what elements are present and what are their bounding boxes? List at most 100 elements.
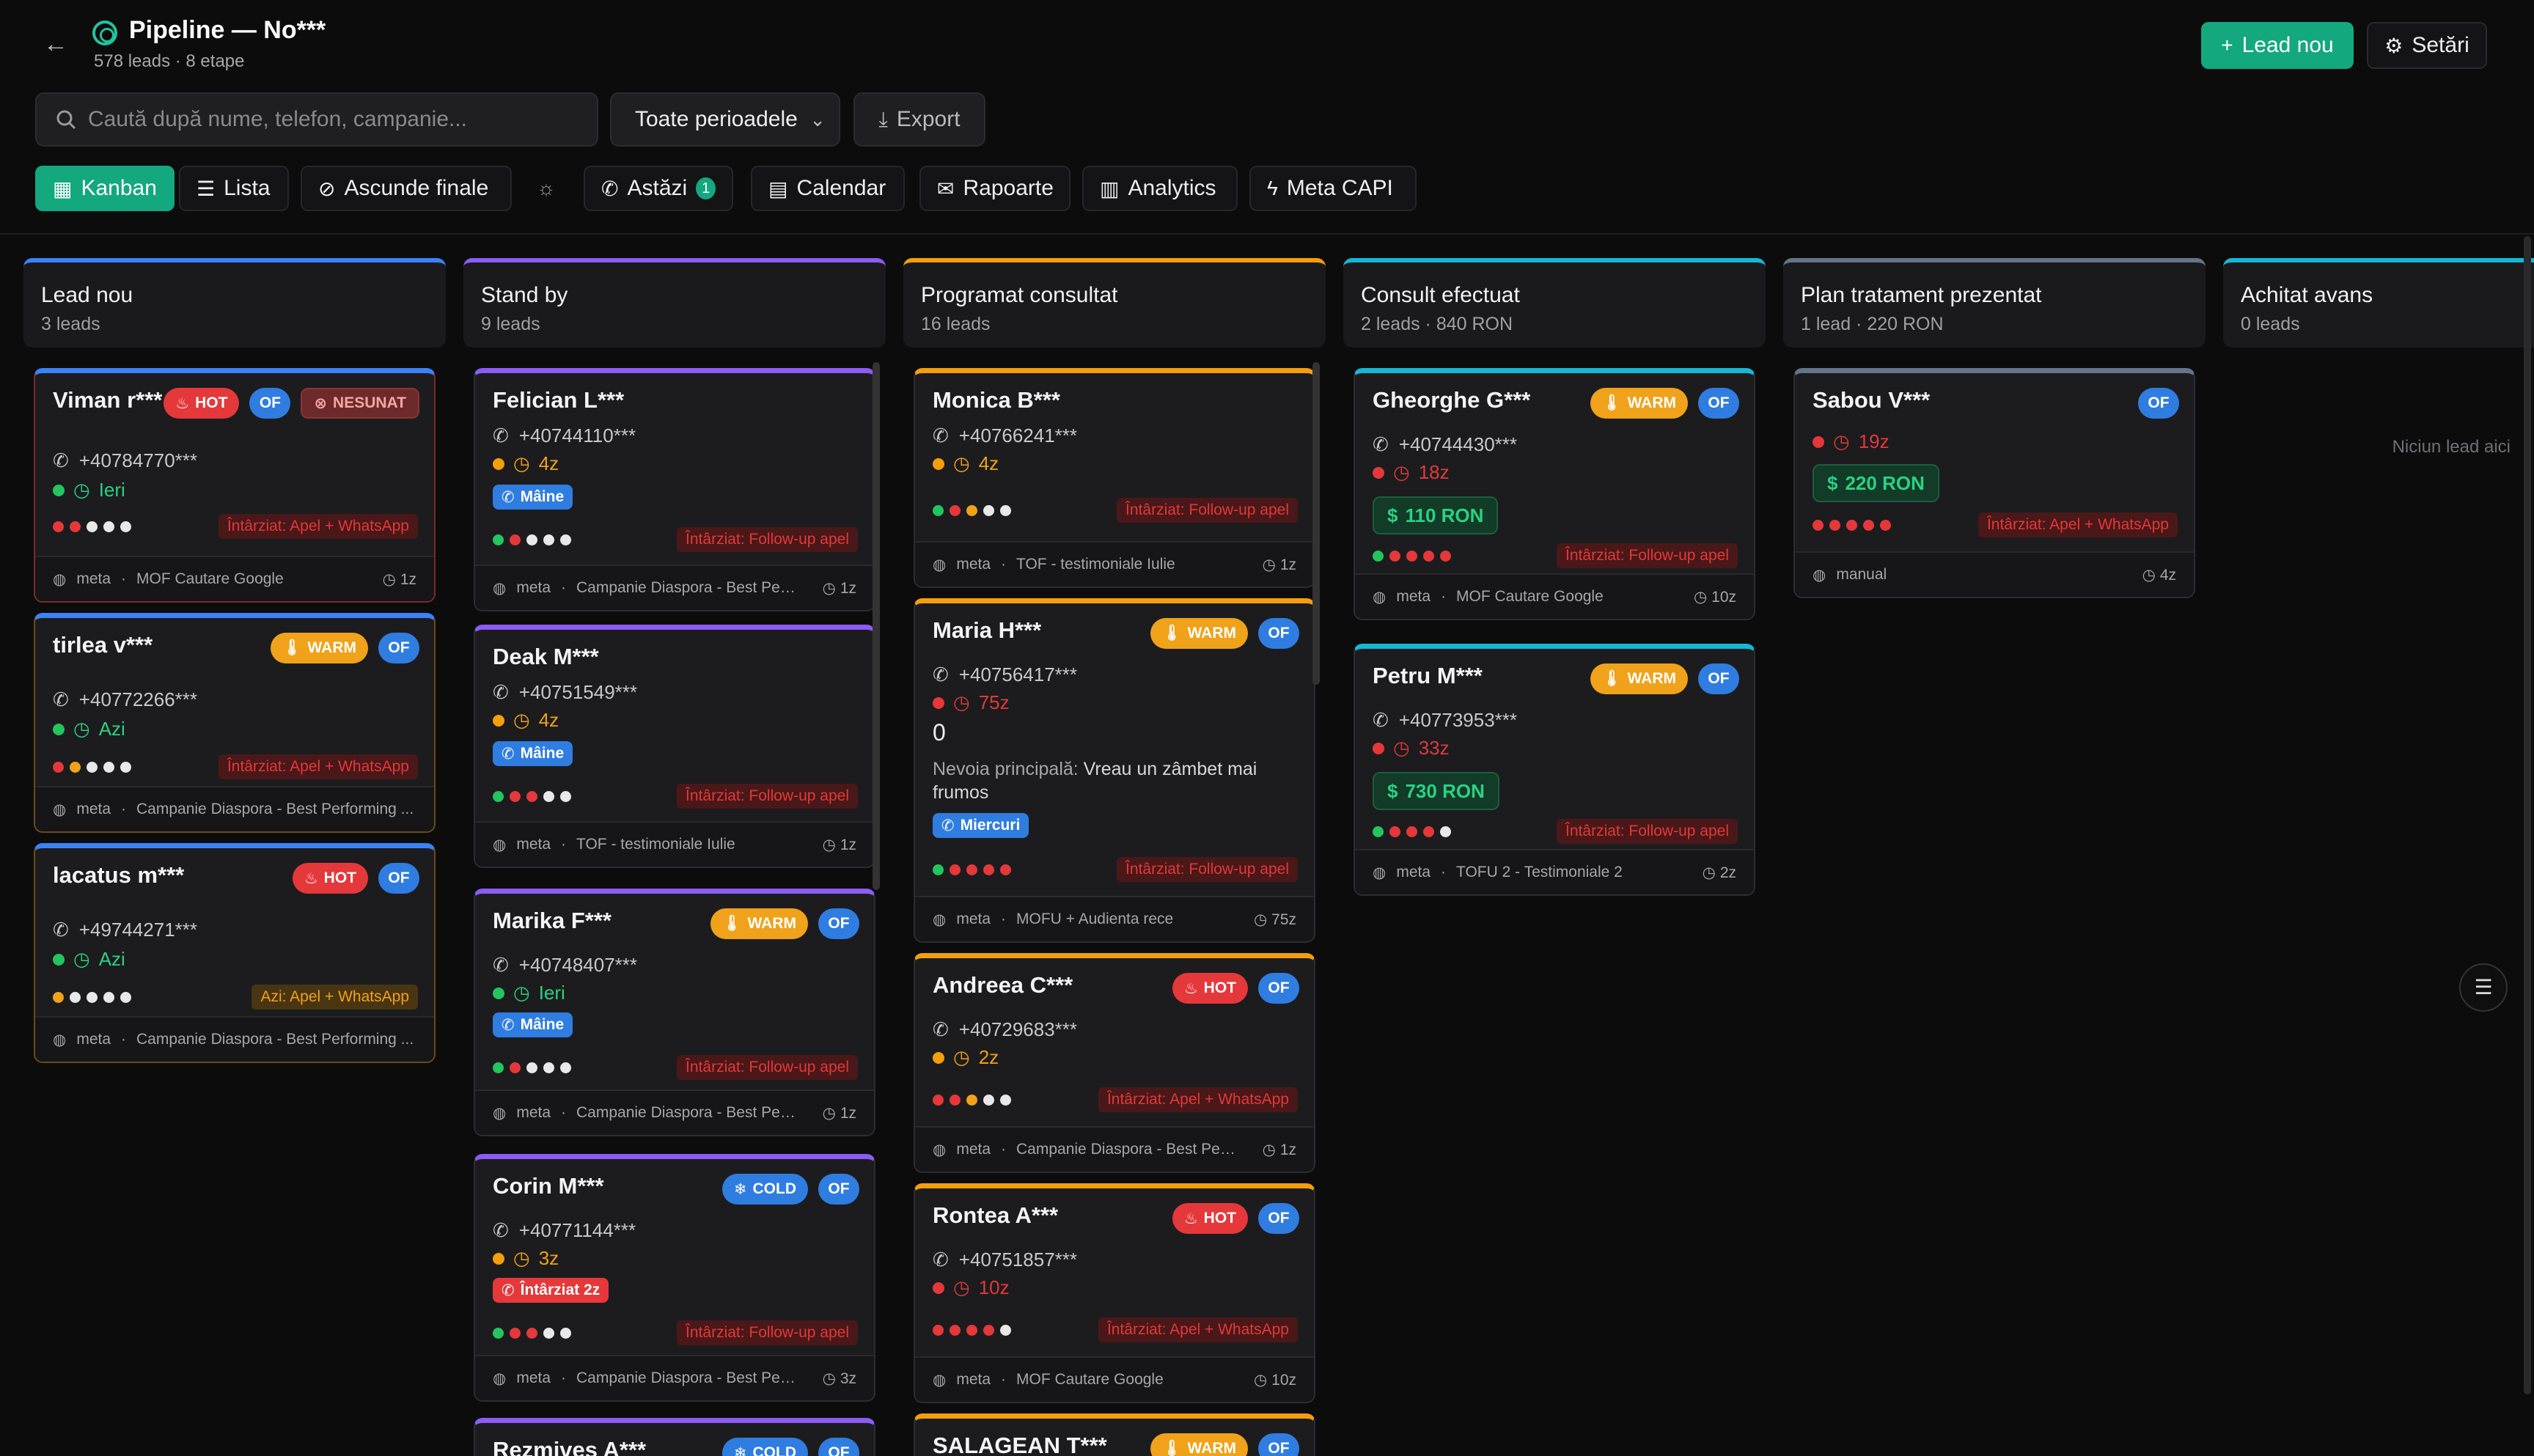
- card-footer: ◍ meta · Campanie Diaspora - Best Performin…: [35, 786, 434, 831]
- card-footer: ◍ meta · Campanie Diaspora - Best Perf... ◷ …: [475, 1089, 874, 1135]
- followup-alert: Întârziat: Follow-up apel: [677, 1055, 858, 1080]
- of-badge: OF: [1258, 1203, 1299, 1234]
- lead-card[interactable]: Petru M*** 🌡 WARM OF ✆ +40773953*** ◷ 33z $7…: [1354, 644, 1755, 896]
- phone-icon: ✆: [502, 1016, 515, 1034]
- search-icon: [56, 110, 76, 130]
- theme-toggle[interactable]: ☼: [522, 166, 573, 211]
- rating-dots: [53, 762, 131, 773]
- rating-dots: [53, 992, 131, 1003]
- back-arrow-icon[interactable]: ←: [41, 29, 70, 59]
- phone-icon: ✆: [493, 424, 509, 446]
- thermometer-icon: 🌡: [1601, 394, 1622, 411]
- card-footer: ◍ meta · MOFU + Audienta rece ◷ 75z: [915, 896, 1314, 941]
- hot-badge: ♨ HOT: [1172, 1203, 1248, 1234]
- lead-card[interactable]: Rezmives A*** ❄ COLD OF: [474, 1418, 875, 1456]
- followup-alert: Întârziat: Apel + WhatsApp: [1977, 512, 2178, 537]
- hide-final-button[interactable]: ⊘ Ascunde finale: [301, 166, 512, 211]
- clock-icon: ◷: [2142, 566, 2156, 584]
- export-button[interactable]: ⤓ Export: [853, 92, 985, 147]
- amount-badge: $220 RON: [1813, 464, 1939, 502]
- globe-icon: ◍: [933, 1141, 947, 1158]
- column-header: Lead nou 3 leads: [23, 258, 446, 348]
- column-scrollbar[interactable]: [1312, 362, 1320, 685]
- list-icon: ☰: [197, 177, 216, 200]
- today-button[interactable]: ✆ Astăzi 1: [584, 166, 733, 211]
- clock-icon: ◷: [1702, 864, 1716, 881]
- phone-icon: ✆: [493, 1219, 509, 1241]
- clock-icon: ◷: [822, 579, 836, 597]
- of-badge: OF: [1258, 1433, 1299, 1456]
- reports-button[interactable]: ✉ Rapoarte: [919, 166, 1070, 211]
- lead-card[interactable]: Monica B*** ✆ +40766241*** ◷ 4z Întârziat:…: [914, 368, 1315, 588]
- today-count-badge: 1: [696, 177, 716, 199]
- followup-alert: Întârziat: Apel + WhatsApp: [1098, 1087, 1298, 1112]
- kanban-board: Lead nou 3 leads Viman r*** ♨ HOT OF ⊗ NESUNA…: [0, 236, 2534, 1456]
- lead-card[interactable]: Andreea C*** ♨ HOT OF ✆ +40729683*** ◷ 2z În…: [914, 953, 1315, 1173]
- followup-alert: Întârziat: Apel + WhatsApp: [1098, 1317, 1298, 1342]
- lead-card[interactable]: tirlea v*** 🌡 WARM OF ✆ +40772266*** ◷ Azi Î…: [34, 613, 436, 833]
- of-badge: OF: [1258, 973, 1299, 1004]
- lead-card[interactable]: SALAGEAN T*** 🌡 WARM OF: [914, 1413, 1315, 1456]
- new-lead-button[interactable]: + Lead nou: [2201, 22, 2354, 69]
- lead-card[interactable]: Gheorghe G*** 🌡 WARM OF ✆ +40744430*** ◷ 18z…: [1354, 368, 1755, 620]
- rating-dots: [933, 1325, 1011, 1336]
- card-footer: ◍ meta · TOFU 2 - Testimoniale 2 ◷ 2z: [1355, 849, 1754, 894]
- plus-icon: +: [2221, 34, 2233, 56]
- clock-icon: ◷: [953, 452, 970, 474]
- globe-icon: ◍: [933, 1371, 947, 1389]
- column-scrollbar[interactable]: [873, 362, 880, 890]
- column-header: Stand by 9 leads: [463, 258, 886, 348]
- globe-icon: ◍: [493, 836, 507, 853]
- analytics-button[interactable]: ▥ Analytics: [1082, 166, 1238, 211]
- lead-card[interactable]: Deak M*** ✆ +40751549*** ◷ 4z ✆ Mâine Întâr…: [474, 625, 875, 868]
- cold-badge: ❄ COLD: [721, 1438, 808, 1456]
- clock-icon: ◷: [1393, 737, 1410, 759]
- calendar-button[interactable]: ▤ Calendar: [751, 166, 905, 211]
- lead-card[interactable]: Corin M*** ❄ COLD OF ✆ +40771144*** ◷ 3z ✆ În…: [474, 1154, 875, 1402]
- lead-card[interactable]: Rontea A*** ♨ HOT OF ✆ +40751857*** ◷ 10z În…: [914, 1183, 1315, 1403]
- period-select[interactable]: Toate perioadele ⌄: [610, 92, 840, 147]
- bar-chart-icon: ▥: [1100, 177, 1120, 200]
- lead-card[interactable]: Viman r*** ♨ HOT OF ⊗ NESUNAT ✆ +40784770*** …: [34, 368, 436, 603]
- phone-icon: ✆: [941, 817, 955, 834]
- lead-card[interactable]: Sabou V*** OF ◷ 19z $220 RON Întârziat: A…: [1793, 368, 2195, 598]
- globe-icon: ◍: [933, 911, 947, 928]
- schedule-pill: ✆ Mâine: [493, 1012, 573, 1037]
- clock-icon: ◷: [953, 691, 970, 713]
- clock-icon: ◷: [513, 709, 530, 731]
- phone-icon: ✆: [502, 488, 515, 506]
- lead-card[interactable]: lacatus m*** ♨ HOT OF ✆ +49744271*** ◷ Azi A…: [34, 843, 436, 1063]
- rating-dots: [933, 864, 1011, 875]
- settings-button[interactable]: ⚙ Setări: [2367, 22, 2487, 69]
- top-bar: ← Pipeline — No*** 578 leads · 8 etape +…: [0, 0, 2534, 235]
- of-badge: OF: [378, 633, 419, 663]
- phone-icon: ✆: [53, 688, 69, 710]
- column-header: Consult efectuat 2 leads · 840 RON: [1343, 258, 1766, 348]
- search-box[interactable]: [35, 92, 598, 147]
- search-input[interactable]: [88, 107, 587, 132]
- card-footer: ◍ meta · MOF Cautare Google ◷ 10z: [1355, 573, 1754, 619]
- thermometer-icon: 🌡: [1161, 625, 1182, 641]
- dollar-icon: $: [1827, 471, 1838, 494]
- meta-capi-button[interactable]: ϟ Meta CAPI: [1249, 166, 1417, 211]
- card-footer: ◍ meta · MOF Cautare Google ◷ 10z: [915, 1356, 1314, 1402]
- clock-icon: ◷: [513, 982, 530, 1004]
- lead-card[interactable]: Marika F*** 🌡 WARM OF ✆ +40748407*** ◷ Ieri …: [474, 889, 875, 1136]
- tab-lista[interactable]: ☰ Lista: [179, 166, 289, 211]
- dollar-icon: $: [1387, 779, 1398, 802]
- flame-icon: ♨: [175, 394, 190, 412]
- followup-alert: Întârziat: Apel + WhatsApp: [218, 754, 418, 779]
- lead-card[interactable]: Maria H*** 🌡 WARM OF ✆ +40756417*** ◷ 75z 0 …: [914, 598, 1315, 943]
- thermometer-icon: 🌡: [1161, 1440, 1182, 1456]
- schedule-pill: ✆ Mâine: [493, 741, 573, 766]
- warm-badge: 🌡 WARM: [1590, 388, 1688, 419]
- rating-dots: [493, 534, 571, 545]
- filter-panel-button[interactable]: ☰: [2459, 963, 2508, 1012]
- column-stand-by: Stand by 9 leads Felician L*** ✆ +40744110…: [463, 258, 886, 1456]
- globe-icon: ◍: [493, 1104, 507, 1122]
- tab-kanban[interactable]: ▦ Kanban: [35, 166, 175, 211]
- lead-card[interactable]: Felician L*** ✆ +40744110*** ◷ 4z ✆ Mâine Î…: [474, 368, 875, 611]
- board-scrollbar[interactable]: [2524, 236, 2531, 1394]
- hot-badge: ♨ HOT: [292, 863, 368, 894]
- grid-icon: ▦: [53, 177, 73, 200]
